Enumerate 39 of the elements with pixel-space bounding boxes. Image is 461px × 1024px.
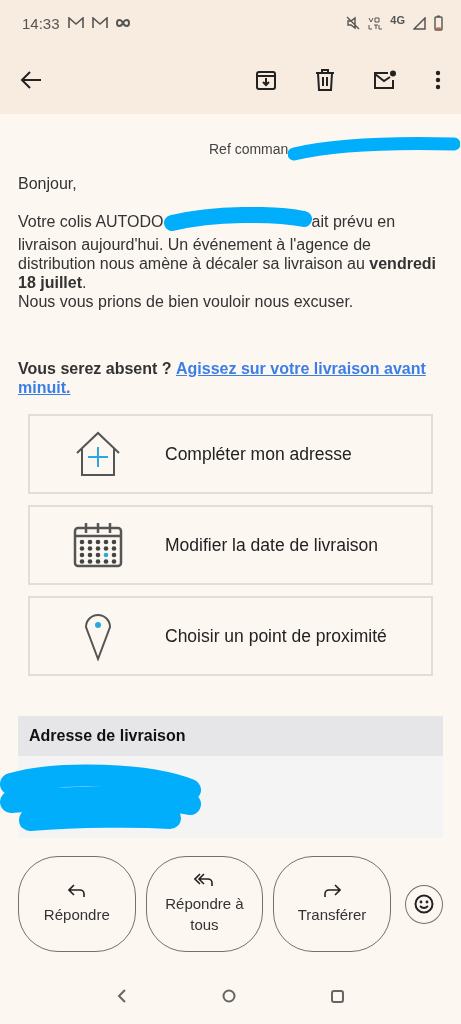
back-icon xyxy=(117,989,128,1003)
battery-icon xyxy=(434,15,443,31)
calendar-icon xyxy=(71,520,124,570)
more-icon xyxy=(435,70,441,90)
message-text: ait prévu en xyxy=(311,211,396,231)
action-card[interactable]: Choisir un point de proximité xyxy=(28,596,433,676)
mail-icon xyxy=(67,17,84,29)
arrow-left-icon xyxy=(20,70,42,90)
signal-icon xyxy=(413,16,426,30)
section-header: Adresse de livraison xyxy=(18,716,443,756)
location-pin-icon xyxy=(82,611,113,661)
recents-icon xyxy=(330,989,344,1003)
reply-all-icon xyxy=(194,873,215,887)
message-text: Votre colis AUTODO xyxy=(18,211,164,231)
message-paragraph: livraison aujourd'hui. Un événement à l'agence de distribution nous amène à décaler sa livraison au vendredi 18 juillet. xyxy=(18,235,437,292)
action-card[interactable]: Compléter mon adresse xyxy=(28,414,433,494)
trash-icon xyxy=(315,69,335,91)
forward-icon xyxy=(323,883,341,898)
apology-text: Nous vous prions de bien vouloir nous excuser. xyxy=(18,292,355,311)
action-link[interactable]: minuit. xyxy=(18,379,71,396)
reply-icon xyxy=(67,883,86,898)
mail-icon xyxy=(91,17,108,29)
network-type: 4G xyxy=(390,14,405,26)
greeting: Bonjour, xyxy=(18,174,78,193)
order-reference: Ref comman xyxy=(209,141,289,157)
reply-action-button[interactable]: Répondre à tous xyxy=(145,856,264,952)
volte-icon xyxy=(368,16,383,30)
action-card[interactable]: Modifier la date de livraison xyxy=(28,505,433,585)
smiley-icon xyxy=(413,894,434,914)
reply-action-button[interactable]: Répondre xyxy=(18,856,136,952)
archive-icon xyxy=(255,69,277,91)
home-icon xyxy=(222,989,236,1003)
reply-action-button[interactable]: Transférer xyxy=(273,856,391,952)
muted-icon xyxy=(346,16,361,30)
infinity-icon xyxy=(115,19,130,27)
absent-question: Vous serez absent ? xyxy=(18,360,172,377)
action-link[interactable]: Agissez sur votre livraison avant xyxy=(176,360,426,377)
status-time: 14:33 xyxy=(22,14,60,32)
mail-dot-icon xyxy=(373,70,397,90)
